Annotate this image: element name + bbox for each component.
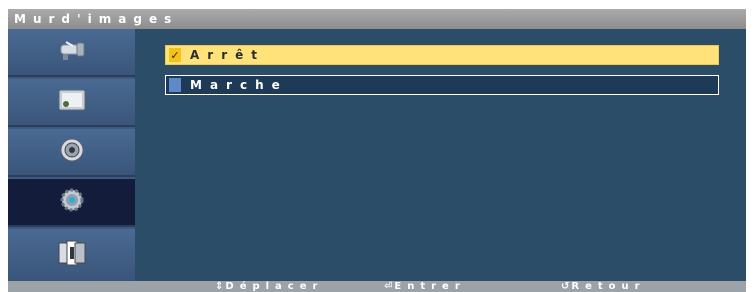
sidebar-item-input[interactable]: [8, 29, 135, 77]
sidebar-item-picture[interactable]: [8, 79, 135, 127]
menu-title: Murd'images: [8, 9, 746, 29]
hint-enter: ⏎ Entrer: [384, 281, 466, 292]
gear-icon: [59, 187, 85, 217]
up-down-arrow-icon: ⇕: [215, 281, 224, 292]
hint-enter-label: Entrer: [394, 281, 466, 292]
hint-return-label: Retour: [571, 281, 646, 292]
picture-icon: [57, 88, 87, 116]
sidebar-item-setup[interactable]: [8, 179, 135, 227]
option-arret[interactable]: ✓ Arrêt: [165, 45, 719, 65]
hint-move: ⇕ Déplacer: [215, 281, 323, 292]
option-indicator: [169, 78, 181, 92]
hint-move-label: Déplacer: [225, 281, 324, 292]
option-marche[interactable]: Marche: [165, 75, 719, 95]
hint-return: ↺ Retour: [561, 281, 646, 292]
sidebar-item-multi-control[interactable]: [8, 229, 135, 281]
option-label: Marche: [190, 78, 288, 92]
speaker-icon: [59, 137, 85, 167]
osd-menu: Murd'images ✓ Arrêt Marche ⇕ Déplacer ⏎ …: [0, 0, 754, 292]
option-label: Arrêt: [190, 48, 265, 62]
options-panel: ✓ Arrêt Marche: [135, 29, 746, 281]
satellite-dish-icon: [57, 37, 87, 67]
footer-hints: ⇕ Déplacer ⏎ Entrer ↺ Retour: [8, 281, 746, 292]
sidebar-item-sound[interactable]: [8, 129, 135, 177]
video-wall-icon: [57, 239, 87, 271]
check-icon: ✓: [169, 48, 181, 62]
return-icon: ↺: [561, 281, 570, 292]
sidebar: [8, 29, 135, 281]
enter-icon: ⏎: [384, 281, 393, 292]
